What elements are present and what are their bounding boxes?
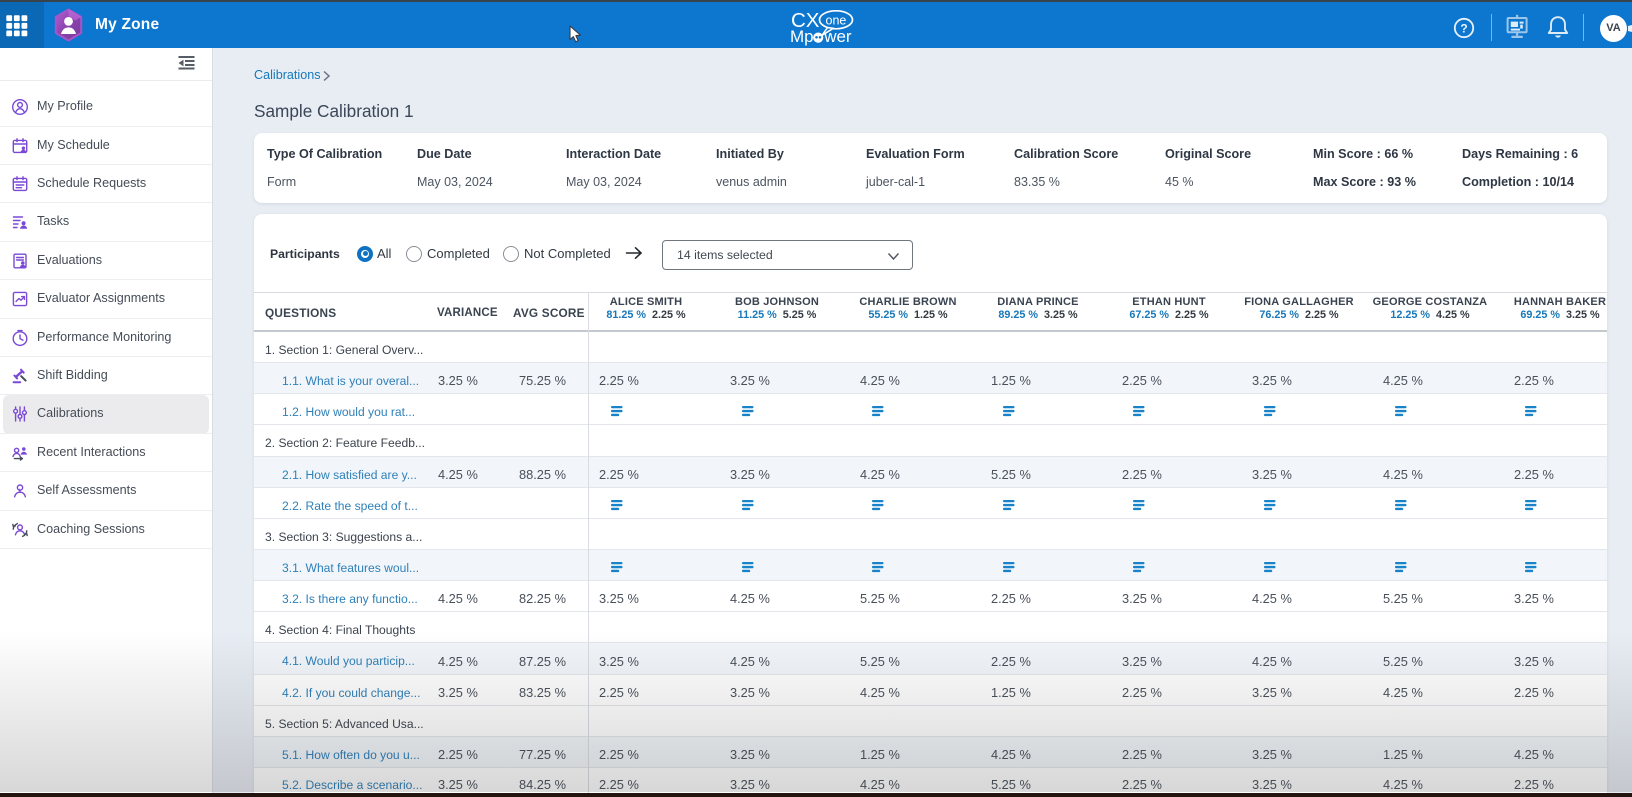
svg-text:?: ? [1460,21,1467,35]
svg-text:Mp: Mp [790,27,814,46]
svg-text:one: one [826,13,847,27]
svg-text:wer: wer [823,27,852,46]
